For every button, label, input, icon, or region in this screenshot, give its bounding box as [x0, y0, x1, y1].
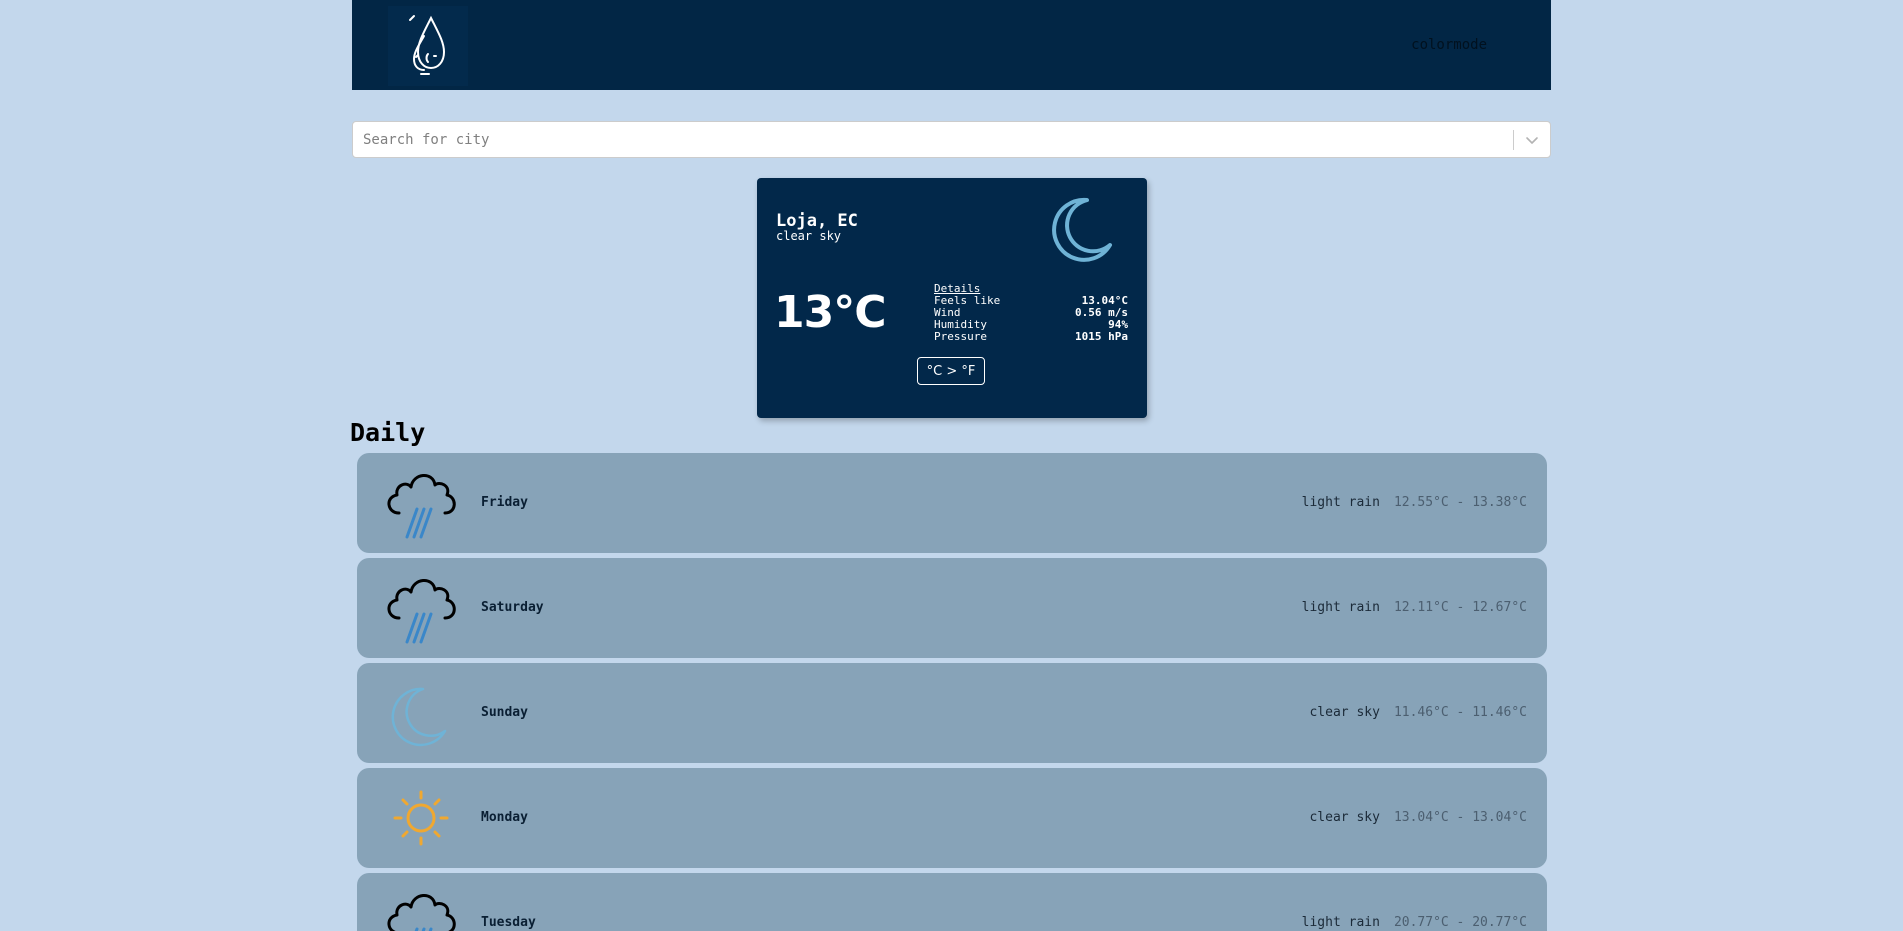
- day-temperature-range: 12.11°C - 12.67°C: [1393, 600, 1527, 615]
- day-description: clear sky: [1309, 705, 1380, 720]
- daily-row-saturday[interactable]: Saturday light rain 12.11°C - 12.67°C: [357, 558, 1547, 658]
- sun-icon: [381, 778, 461, 858]
- day-summary: light rain 20.77°C - 20.77°C: [1302, 915, 1527, 930]
- moon-icon: [1040, 192, 1116, 268]
- app-header: colormode: [352, 0, 1551, 90]
- day-name: Saturday: [481, 600, 544, 615]
- daily-row-sunday[interactable]: Sunday clear sky 11.46°C - 11.46°C: [357, 663, 1547, 763]
- day-description: light rain: [1301, 915, 1380, 930]
- raindrops-logo-icon[interactable]: [388, 6, 468, 86]
- weather-app: colormode Loja, EC clear sky 13°C Detail…: [0, 0, 1903, 931]
- rain-cloud-icon: [381, 568, 461, 648]
- rain-cloud-icon: [381, 883, 461, 931]
- day-summary: light rain 12.11°C - 12.67°C: [1302, 600, 1527, 615]
- search-input[interactable]: [361, 122, 1505, 157]
- city-name: Loja, EC: [776, 211, 858, 231]
- moon-icon: [381, 673, 461, 753]
- daily-section-title: Daily: [350, 418, 426, 447]
- day-name: Tuesday: [481, 915, 536, 930]
- day-summary: clear sky 13.04°C - 13.04°C: [1309, 810, 1527, 825]
- day-name: Sunday: [481, 705, 528, 720]
- day-description: clear sky: [1309, 810, 1380, 825]
- detail-label: Pressure: [934, 330, 987, 343]
- day-temperature-range: 13.04°C - 13.04°C: [1393, 810, 1527, 825]
- search-separator: [1513, 130, 1514, 150]
- weather-details: Details Feels like 13.04°C Wind 0.56 m/s…: [934, 283, 1128, 343]
- day-name: Monday: [481, 810, 528, 825]
- weather-description: clear sky: [776, 229, 842, 243]
- day-description: light rain: [1301, 600, 1380, 615]
- day-temperature-range: 12.55°C - 13.38°C: [1393, 495, 1527, 510]
- detail-row-pressure: Pressure 1015 hPa: [934, 331, 1128, 343]
- day-summary: clear sky 11.46°C - 11.46°C: [1309, 705, 1527, 720]
- day-name: Friday: [481, 495, 528, 510]
- current-weather-card: Loja, EC clear sky 13°C Details Feels li…: [757, 178, 1147, 418]
- unit-toggle-button[interactable]: °C > °F: [917, 357, 985, 385]
- colormode-toggle[interactable]: colormode: [1411, 37, 1487, 53]
- daily-row-monday[interactable]: Monday clear sky 13.04°C - 13.04°C: [357, 768, 1547, 868]
- city-search[interactable]: [352, 121, 1551, 158]
- day-temperature-range: 20.77°C - 20.77°C: [1393, 915, 1527, 930]
- detail-value: 1015 hPa: [1075, 330, 1128, 343]
- day-description: light rain: [1301, 495, 1380, 510]
- daily-row-tuesday[interactable]: Tuesday light rain 20.77°C - 20.77°C: [357, 873, 1547, 931]
- rain-cloud-icon: [381, 463, 461, 543]
- day-summary: light rain 12.55°C - 13.38°C: [1302, 495, 1527, 510]
- current-temperature: 13°C: [774, 287, 887, 338]
- daily-row-friday[interactable]: Friday light rain 12.55°C - 13.38°C: [357, 453, 1547, 553]
- day-temperature-range: 11.46°C - 11.46°C: [1393, 705, 1527, 720]
- chevron-down-icon[interactable]: [1522, 130, 1542, 150]
